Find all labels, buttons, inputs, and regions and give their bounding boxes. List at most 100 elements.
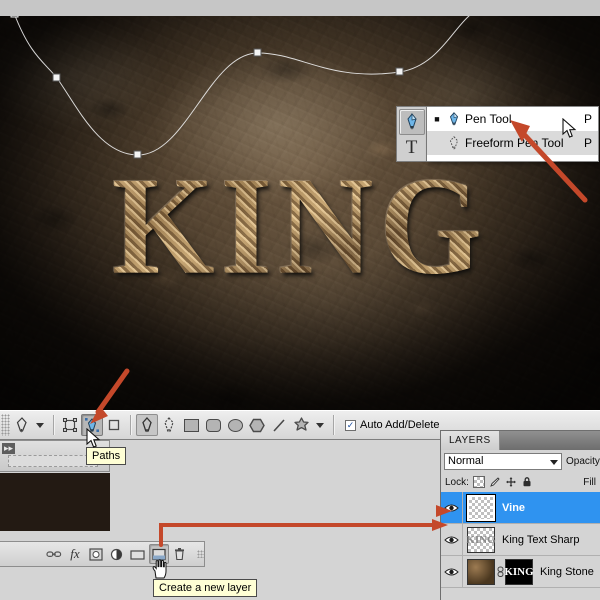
layer-name[interactable]: Vine [502, 502, 525, 514]
menu-item-freeform-pen-tool-label: Freeform Pen Tool [465, 136, 582, 150]
create-new-layer-button[interactable] [149, 544, 169, 564]
auto-add-delete-option[interactable]: ✓ Auto Add/Delete [345, 419, 440, 431]
artwork-king-text: KING [0, 160, 600, 292]
polygon-tool-button[interactable] [246, 414, 268, 436]
layer-row-king-text-sharp[interactable]: KING King Text Sharp [441, 524, 600, 556]
pen-tool-flyout[interactable]: T ■ Pen Tool P [396, 106, 599, 162]
line-icon [271, 418, 287, 433]
menu-item-pen-tool-shortcut: P [582, 112, 594, 126]
blend-mode-value: Normal [448, 455, 483, 467]
tooltip-create-new-layer: Create a new layer [153, 579, 257, 597]
canvas-vignette [0, 0, 600, 418]
layer-row-vine[interactable]: Vine [441, 492, 600, 524]
trash-icon [173, 547, 186, 561]
canvas-sliver [0, 473, 110, 531]
tool-preset-chevron-down-icon[interactable] [36, 423, 44, 428]
layers-list[interactable]: Vine KING King Text Sharp [441, 492, 600, 588]
custom-shape-chevron-down-icon[interactable] [316, 423, 324, 428]
freeform-pen-icon [443, 135, 465, 151]
fill-label: Fill [583, 477, 596, 488]
blend-mode-row: Normal Opacity [441, 450, 600, 472]
layer-style-button[interactable]: fx [65, 544, 85, 564]
mask-icon [89, 548, 103, 561]
fx-icon: fx [70, 546, 79, 562]
pen-tool-flyout-menu[interactable]: ■ Pen Tool P [427, 106, 599, 162]
layer-name[interactable]: King Stone [540, 566, 594, 578]
options-separator [333, 415, 334, 435]
canvas-top-ruler-area [0, 0, 600, 16]
eye-icon [444, 567, 459, 577]
opacity-label: Opacity [566, 456, 600, 467]
line-tool-button[interactable] [268, 414, 290, 436]
options-separator [130, 415, 131, 435]
pen-tool-icon[interactable] [399, 109, 425, 135]
lock-image-pixels-icon[interactable] [489, 476, 501, 488]
layer-mask-thumbnail[interactable]: KING [505, 559, 533, 585]
link-layers-button[interactable] [44, 544, 64, 564]
rectangle-tool-button[interactable] [180, 414, 202, 436]
freeform-pen-tool-button[interactable] [158, 414, 180, 436]
eye-icon [444, 503, 459, 513]
link-icon [46, 549, 62, 559]
auto-add-delete-label: Auto Add/Delete [360, 419, 440, 431]
rock-texture-noise [0, 0, 600, 418]
layer-visibility-toggle[interactable] [441, 556, 463, 588]
custom-shape-tool-button[interactable] [290, 414, 312, 436]
thumbnail-king-text: KING [466, 534, 495, 546]
layer-name[interactable]: King Text Sharp [502, 534, 579, 546]
auto-add-delete-checkbox[interactable]: ✓ [345, 420, 356, 431]
shape-layers-button[interactable] [59, 414, 81, 436]
add-layer-mask-button[interactable] [86, 544, 106, 564]
lock-position-icon[interactable] [505, 476, 517, 488]
blend-mode-select[interactable]: Normal [444, 453, 562, 470]
document-canvas[interactable]: KING [0, 0, 600, 418]
menu-item-pen-tool-label: Pen Tool [465, 112, 582, 126]
options-separator [53, 415, 54, 435]
panel-placeholder-row [8, 455, 98, 467]
lock-transparent-pixels-icon[interactable] [473, 476, 485, 488]
adjustment-icon [110, 548, 124, 561]
fill-pixels-button[interactable] [103, 414, 125, 436]
custom-shape-icon [293, 417, 310, 433]
layer-thumbnail[interactable] [467, 559, 495, 585]
polygon-icon [249, 418, 265, 433]
eye-icon [444, 535, 459, 545]
layer-thumbnail[interactable]: KING [467, 527, 495, 553]
paths-button[interactable] [81, 414, 103, 436]
layers-panel-footer-left[interactable]: fx [0, 541, 205, 567]
delete-layer-button[interactable] [170, 544, 190, 564]
chevron-down-icon[interactable] [550, 460, 558, 465]
ellipse-tool-button[interactable] [224, 414, 246, 436]
pen-tool-button[interactable] [136, 414, 158, 436]
expand-panel-icon[interactable]: ▸▸ [2, 443, 15, 454]
photoshop-window: KING T ■ [0, 0, 600, 600]
lock-label: Lock: [445, 477, 469, 488]
menu-item-pen-tool[interactable]: ■ Pen Tool P [427, 107, 598, 131]
tab-layers[interactable]: LAYERS [441, 431, 500, 450]
type-tool-icon[interactable]: T [399, 135, 425, 161]
new-adjustment-layer-button[interactable] [107, 544, 127, 564]
folder-icon [130, 548, 145, 560]
options-bar-grip[interactable] [1, 414, 10, 436]
layer-row-king-stone[interactable]: KING King Stone [441, 556, 600, 588]
layer-visibility-toggle[interactable] [441, 492, 463, 524]
layers-panel[interactable]: LAYERS Normal Opacity Lock: [440, 430, 600, 600]
layer-thumbnail[interactable] [467, 495, 495, 521]
ellipse-icon [228, 419, 243, 432]
menu-item-freeform-pen-tool[interactable]: Freeform Pen Tool P [427, 131, 598, 155]
lock-row: Lock: Fill [441, 472, 600, 492]
tooltip-paths: Paths [86, 447, 126, 465]
new-group-button[interactable] [128, 544, 148, 564]
rectangle-icon [184, 419, 199, 432]
toolbar-tool-column: T [396, 106, 427, 162]
rounded-rectangle-icon [206, 419, 221, 432]
tool-preset-picker[interactable] [10, 414, 32, 436]
layer-visibility-toggle[interactable] [441, 524, 463, 556]
pen-icon [443, 111, 465, 127]
rounded-rectangle-tool-button[interactable] [202, 414, 224, 436]
new-layer-icon [152, 548, 166, 561]
lock-all-icon[interactable] [521, 476, 533, 488]
panel-resize-grip[interactable] [197, 550, 204, 558]
menu-item-freeform-pen-tool-shortcut: P [582, 136, 594, 150]
mask-king-text: KING [504, 566, 533, 578]
